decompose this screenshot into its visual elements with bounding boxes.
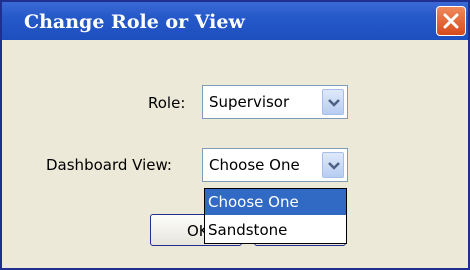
title-bar[interactable]: Change Role or View xyxy=(2,2,468,40)
change-role-dialog: Change Role or View Role: Supervisor Das… xyxy=(0,0,470,270)
dashboard-view-selected-value: Choose One xyxy=(209,156,300,174)
close-x-icon xyxy=(443,13,459,29)
chevron-down-icon xyxy=(328,99,340,107)
role-select[interactable]: Supervisor xyxy=(202,85,348,119)
dashboard-view-select[interactable]: Choose One xyxy=(202,148,348,182)
role-dropdown-button[interactable] xyxy=(322,89,344,115)
dashboard-view-options-list: Choose One Sandstone xyxy=(204,188,347,244)
chevron-down-icon xyxy=(328,162,340,170)
option-choose-one[interactable]: Choose One xyxy=(205,189,346,215)
role-label: Role: xyxy=(148,94,186,112)
close-button[interactable] xyxy=(436,6,466,36)
option-sandstone[interactable]: Sandstone xyxy=(205,217,346,243)
dashboard-view-label: Dashboard View: xyxy=(46,156,172,174)
dashboard-view-dropdown-button[interactable] xyxy=(322,152,344,178)
dialog-title: Change Role or View xyxy=(24,11,245,33)
role-selected-value: Supervisor xyxy=(209,93,290,111)
